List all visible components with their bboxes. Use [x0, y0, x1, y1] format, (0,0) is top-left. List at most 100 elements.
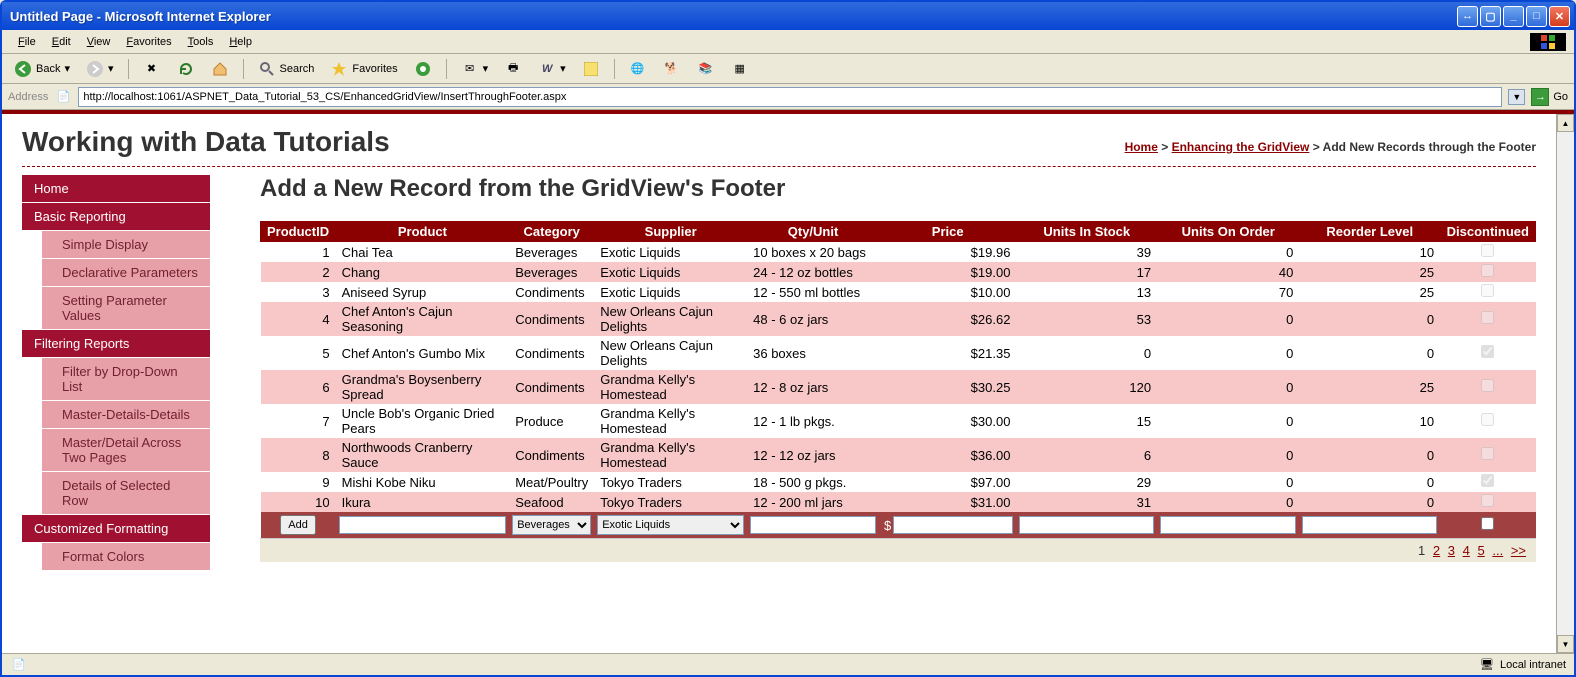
menu-help[interactable]: Help	[221, 34, 260, 50]
discontinued-display	[1481, 413, 1494, 426]
scroll-down-icon[interactable]: ▼	[1557, 635, 1574, 653]
star-icon	[330, 60, 348, 78]
price-input[interactable]	[893, 516, 1013, 534]
pager-link[interactable]: 3	[1448, 543, 1455, 558]
sidebar-item-9[interactable]: Details of Selected Row	[42, 472, 210, 515]
supplier-select[interactable]: Exotic Liquids	[597, 515, 744, 535]
pager-link[interactable]: 2	[1433, 543, 1440, 558]
stock-input[interactable]	[1019, 516, 1154, 534]
address-input[interactable]	[78, 87, 1502, 107]
print-button[interactable]: 🖶	[498, 57, 528, 81]
table-row: 1Chai TeaBeveragesExotic Liquids10 boxes…	[261, 242, 1536, 263]
reorder-input[interactable]	[1302, 516, 1437, 534]
column-header[interactable]: Units On Order	[1157, 222, 1299, 242]
menu-favorites[interactable]: Favorites	[118, 34, 179, 50]
intranet-icon: 🖥	[1478, 656, 1496, 674]
search-button[interactable]: Search	[252, 57, 321, 81]
column-header[interactable]: Product	[336, 222, 510, 242]
sidebar-item-4[interactable]: Setting Parameter Values	[42, 287, 210, 330]
site-title: Working with Data Tutorials	[22, 126, 390, 158]
sidebar-item-8[interactable]: Master/Detail Across Two Pages	[42, 429, 210, 472]
minimize-button[interactable]: _	[1503, 6, 1524, 27]
menu-file[interactable]: File	[10, 34, 44, 50]
favorites-button[interactable]: Favorites	[324, 57, 403, 81]
add-button[interactable]: Add	[280, 515, 316, 535]
discuss-button[interactable]	[576, 57, 606, 81]
breadcrumb-current: Add New Records through the Footer	[1323, 140, 1536, 154]
sidebar-item-7[interactable]: Master-Details-Details	[42, 401, 210, 429]
pager-link[interactable]: 4	[1463, 543, 1470, 558]
pager-link[interactable]: 5	[1477, 543, 1484, 558]
search-icon	[258, 60, 276, 78]
statusbar: 📄 🖥 Local intranet	[2, 653, 1574, 675]
tool-3[interactable]: 📚	[691, 57, 721, 81]
discontinued-display	[1481, 447, 1494, 460]
forward-icon	[86, 60, 104, 78]
table-row: 8Northwoods Cranberry SauceCondimentsGra…	[261, 438, 1536, 472]
back-icon	[14, 60, 32, 78]
maximize-button[interactable]: □	[1526, 6, 1547, 27]
order-input[interactable]	[1160, 516, 1296, 534]
address-dropdown-icon[interactable]: ▼	[1508, 89, 1525, 105]
media-icon	[414, 60, 432, 78]
scroll-up-icon[interactable]: ▲	[1557, 114, 1574, 132]
sidebar-item-1[interactable]: Basic Reporting	[22, 203, 210, 231]
globe-icon: 🌐	[629, 60, 647, 78]
sidebar: HomeBasic ReportingSimple DisplayDeclara…	[22, 175, 210, 571]
discontinued-checkbox[interactable]	[1481, 517, 1494, 530]
discontinued-display	[1481, 474, 1494, 487]
pager-more[interactable]: ...	[1492, 543, 1503, 558]
sidebar-item-2[interactable]: Simple Display	[42, 231, 210, 259]
tool-4[interactable]: ▦	[725, 57, 755, 81]
dropdown-icon: ▾	[108, 62, 114, 75]
table-row: 3Aniseed SyrupCondimentsExotic Liquids12…	[261, 282, 1536, 302]
sidebar-item-11[interactable]: Format Colors	[42, 543, 210, 571]
titlebar: Untitled Page - Microsoft Internet Explo…	[2, 2, 1574, 30]
sidebar-item-5[interactable]: Filtering Reports	[22, 330, 210, 358]
tool-2[interactable]: 🐕	[657, 57, 687, 81]
qty-input[interactable]	[750, 516, 876, 534]
column-header[interactable]: Qty/Unit	[747, 222, 879, 242]
column-header[interactable]: ProductID	[261, 222, 336, 242]
ie-theater-button[interactable]: ▢	[1480, 6, 1501, 27]
table-row: 5Chef Anton's Gumbo MixCondimentsNew Orl…	[261, 336, 1536, 370]
currency-label: $	[882, 518, 893, 533]
forward-button[interactable]: ▾	[80, 57, 120, 81]
product-input[interactable]	[339, 516, 507, 534]
pager-next[interactable]: >>	[1511, 543, 1526, 558]
stop-button[interactable]: ✖	[137, 57, 167, 81]
menu-view[interactable]: View	[79, 34, 119, 50]
media-button[interactable]	[408, 57, 438, 81]
sidebar-item-6[interactable]: Filter by Drop-Down List	[42, 358, 210, 401]
breadcrumb-section[interactable]: Enhancing the GridView	[1172, 140, 1310, 154]
breadcrumb-home[interactable]: Home	[1125, 140, 1158, 154]
menu-edit[interactable]: Edit	[44, 34, 79, 50]
column-header[interactable]: Supplier	[594, 222, 747, 242]
home-button[interactable]	[205, 57, 235, 81]
note-icon	[582, 60, 600, 78]
toolbar: Back ▾ ▾ ✖ Search Favorites ✉▾ 🖶 W▾ 🌐 🐕 …	[2, 54, 1574, 84]
column-header[interactable]: Category	[509, 222, 594, 242]
vertical-scrollbar[interactable]: ▲ ▼	[1556, 114, 1574, 653]
column-header[interactable]: Discontinued	[1440, 222, 1535, 242]
sidebar-item-3[interactable]: Declarative Parameters	[42, 259, 210, 287]
print-icon: 🖶	[504, 60, 522, 78]
close-button[interactable]: ✕	[1549, 6, 1570, 27]
sidebar-item-0[interactable]: Home	[22, 175, 210, 203]
tool-1[interactable]: 🌐	[623, 57, 653, 81]
mail-icon: ✉	[461, 60, 479, 78]
menu-tools[interactable]: Tools	[180, 34, 222, 50]
research-icon: 📚	[697, 60, 715, 78]
column-header[interactable]: Price	[879, 222, 1016, 242]
mail-button[interactable]: ✉▾	[455, 57, 495, 81]
column-header[interactable]: Reorder Level	[1299, 222, 1440, 242]
refresh-button[interactable]	[171, 57, 201, 81]
column-header[interactable]: Units In Stock	[1016, 222, 1157, 242]
ie-resize-button[interactable]: ↔	[1457, 6, 1478, 27]
back-button[interactable]: Back ▾	[8, 57, 76, 81]
go-button[interactable]: → Go	[1531, 88, 1568, 106]
category-select[interactable]: Beverages	[512, 515, 591, 535]
edit-button[interactable]: W▾	[532, 57, 572, 81]
table-row: 4Chef Anton's Cajun SeasoningCondimentsN…	[261, 302, 1536, 336]
sidebar-item-10[interactable]: Customized Formatting	[22, 515, 210, 543]
